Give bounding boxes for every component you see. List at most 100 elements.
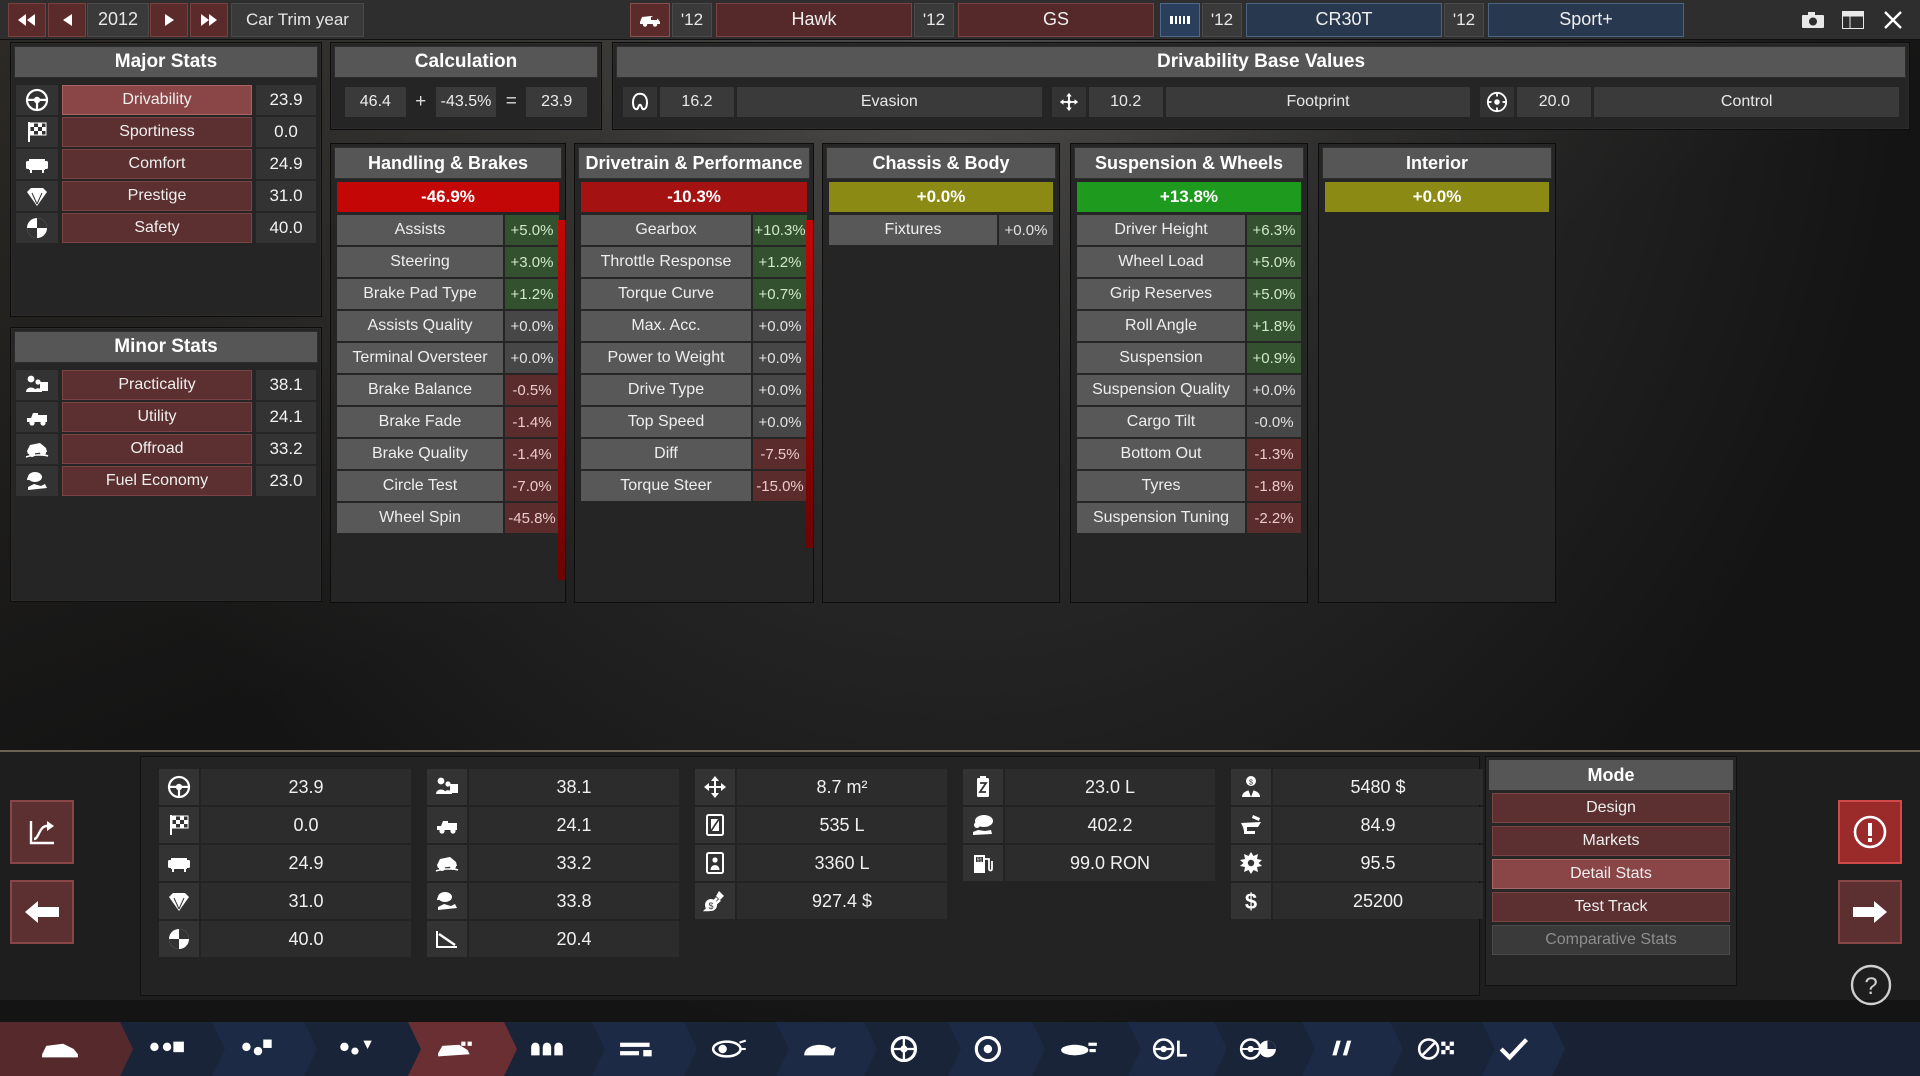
base-value-name: Control [1594,87,1899,117]
car-icon[interactable] [630,3,670,37]
detail-name: Tyres [1077,471,1245,501]
stat-row[interactable]: Comfort 24.9 [16,149,316,179]
stat-value: 0.0 [256,117,316,147]
detail-row[interactable]: Circle Test -7.0% [337,471,559,501]
detail-row[interactable]: Torque Steer -15.0% [581,471,807,501]
graph-button[interactable] [10,800,74,864]
stat-row[interactable]: Fuel Economy 23.0 [16,466,316,496]
nav-item-gearbox[interactable] [776,1022,864,1076]
detail-row[interactable]: Top Speed +0.0% [581,407,807,437]
year-last-button[interactable] [190,3,228,37]
nav-item-testing[interactable] [1390,1022,1482,1076]
stat-row[interactable]: Practicality 38.1 [16,370,316,400]
mode-button[interactable]: Detail Stats [1492,859,1730,889]
detail-row[interactable]: Cargo Tilt -0.0% [1077,407,1301,437]
help-button[interactable]: ? [1846,960,1896,1010]
detail-row[interactable]: Driver Height +6.3% [1077,215,1301,245]
mode-button[interactable]: Test Track [1492,892,1730,922]
trim-tab[interactable]: GS [958,3,1154,37]
detail-row[interactable]: Brake Fade -1.4% [337,407,559,437]
nav-item-interior[interactable] [592,1022,684,1076]
forward-button[interactable] [1838,880,1902,944]
engine-icon[interactable] [1160,3,1200,37]
stat-name[interactable]: Utility [62,402,252,432]
detail-row[interactable]: Diff -7.5% [581,439,807,469]
detail-row[interactable]: Bottom Out -1.3% [1077,439,1301,469]
camera-icon[interactable] [1800,8,1826,32]
stat-row[interactable]: Prestige 31.0 [16,181,316,211]
detail-row[interactable]: Brake Quality -1.4% [337,439,559,469]
variant-tab[interactable]: Sport+ [1488,3,1684,37]
detail-row[interactable]: Suspension Tuning -2.2% [1077,503,1301,533]
detail-row[interactable]: Fixtures +0.0% [829,215,1053,245]
nav-item-safety-setup[interactable] [1214,1022,1302,1076]
nav-item-car-trim[interactable] [408,1022,504,1076]
nav-item-brakes[interactable] [1302,1022,1390,1076]
close-icon[interactable] [1880,8,1906,32]
detail-row[interactable]: Throttle Response +1.2% [581,247,807,277]
detail-row[interactable]: Suspension +0.9% [1077,343,1301,373]
detail-name: Brake Quality [337,439,503,469]
detail-row[interactable]: Gearbox +10.3% [581,215,807,245]
bottom-stat-value: 40.0 [201,921,411,957]
layout-icon[interactable] [1840,8,1866,32]
warning-button[interactable] [1838,800,1902,864]
bottom-stat-row: 95.5 [1231,845,1483,881]
stat-name[interactable]: Prestige [62,181,252,211]
detail-row[interactable]: Torque Curve +0.7% [581,279,807,309]
mode-button[interactable]: Markets [1492,826,1730,856]
back-button[interactable] [10,880,74,944]
bottom-stat-row: $ 5480 $ [1231,769,1483,805]
detail-row[interactable]: Wheel Spin -45.8% [337,503,559,533]
mode-button: Comparative Stats [1492,925,1730,955]
detail-value: +1.8% [1247,311,1301,341]
year-next-button[interactable] [150,3,188,37]
detail-row[interactable]: Brake Pad Type +1.2% [337,279,559,309]
year-prev-button[interactable] [48,3,86,37]
stat-name[interactable]: Sportiness [62,117,252,147]
detail-row[interactable]: Max. Acc. +0.0% [581,311,807,341]
mode-button[interactable]: Design [1492,793,1730,823]
model-tab[interactable]: Hawk [716,3,912,37]
stat-name[interactable]: Drivability [62,85,252,115]
stat-row[interactable]: Drivability 23.9 [16,85,316,115]
detail-row[interactable]: Terminal Oversteer +0.0% [337,343,559,373]
nav-item-seats[interactable] [504,1022,592,1076]
calc-equals: = [504,91,518,113]
base-value-name: Footprint [1166,87,1471,117]
detail-row[interactable]: Assists +5.0% [337,215,559,245]
year-first-button[interactable] [8,3,46,37]
detail-row[interactable]: Power to Weight +0.0% [581,343,807,373]
stat-row[interactable]: Sportiness 0.0 [16,117,316,147]
nav-item-lights[interactable] [684,1022,776,1076]
bottom-stat-value: 25200 [1273,883,1483,919]
detail-name: Diff [581,439,751,469]
detail-row[interactable]: Suspension Quality +0.0% [1077,375,1301,405]
detail-row[interactable]: Roll Angle +1.8% [1077,311,1301,341]
nav-item-chassis[interactable] [120,1022,212,1076]
nav-item-car-body[interactable] [0,1022,120,1076]
aerodynamics-icon [1060,1036,1100,1062]
stat-name[interactable]: Practicality [62,370,252,400]
nav-item-suspension-setup[interactable] [212,1022,304,1076]
stat-row[interactable]: Safety 40.0 [16,213,316,243]
nav-item-aero[interactable] [304,1022,408,1076]
detail-name: Wheel Spin [337,503,503,533]
engine-tab[interactable]: CR30T [1246,3,1442,37]
control-icon [1480,87,1514,117]
stat-row[interactable]: Utility 24.1 [16,402,316,432]
detail-row[interactable]: Assists Quality +0.0% [337,311,559,341]
detail-row[interactable]: Steering +3.0% [337,247,559,277]
stat-name[interactable]: Safety [62,213,252,243]
stat-name[interactable]: Comfort [62,149,252,179]
detail-row[interactable]: Drive Type +0.0% [581,375,807,405]
nav-item-aerodynamics[interactable] [1032,1022,1128,1076]
detail-row[interactable]: Tyres -1.8% [1077,471,1301,501]
detail-row[interactable]: Brake Balance -0.5% [337,375,559,405]
detail-row[interactable]: Grip Reserves +5.0% [1077,279,1301,309]
detail-row[interactable]: Wheel Load +5.0% [1077,247,1301,277]
bottom-stats-panel: 23.9 0.0 24.9 31.0 40.0 38.1 24.1 33 [140,756,1480,996]
stat-name[interactable]: Fuel Economy [62,466,252,496]
stat-name[interactable]: Offroad [62,434,252,464]
stat-row[interactable]: Offroad 33.2 [16,434,316,464]
